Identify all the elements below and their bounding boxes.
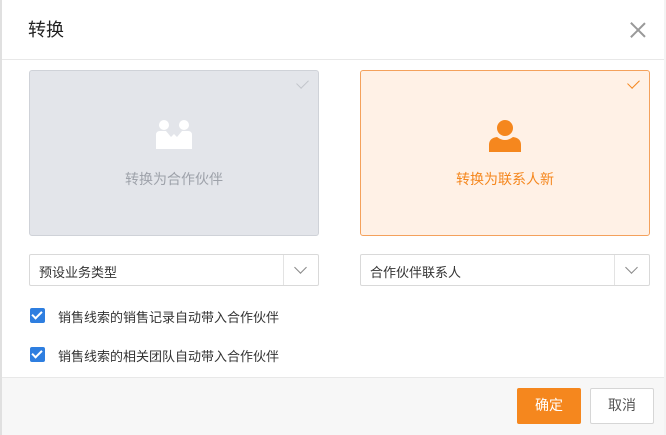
checkbox-checked[interactable] [30, 308, 45, 323]
contact-type-select[interactable]: 合作伙伴联系人 [360, 254, 650, 286]
partner-card-label: 转换为合作伙伴 [125, 172, 223, 188]
option-label: 销售线索的销售记录自动带入合作伙伴 [58, 311, 280, 326]
checkbox-checked[interactable] [30, 347, 45, 362]
convert-dialog: 转换 转换为合作伙伴 转换为联系人新 预设业务类型 合作伙伴联系人 销售线索的销… [0, 0, 664, 435]
close-icon[interactable] [626, 18, 650, 42]
option-label: 销售线索的相关团队自动带入合作伙伴 [58, 350, 280, 365]
business-type-select[interactable]: 预设业务类型 [29, 254, 319, 286]
contact-type-value: 合作伙伴联系人 [370, 266, 462, 281]
chevron-down-icon [625, 261, 638, 274]
dropdown-toggle[interactable] [614, 255, 649, 285]
confirm-button[interactable]: 确定 [517, 388, 581, 424]
handshake-icon [154, 119, 194, 155]
contact-card-label: 转换为联系人新 [456, 172, 554, 188]
check-icon [296, 76, 309, 89]
person-icon [487, 119, 523, 157]
convert-to-partner-card[interactable]: 转换为合作伙伴 [29, 70, 319, 236]
chevron-down-icon [294, 261, 307, 274]
dialog-title: 转换 [28, 20, 64, 41]
business-type-value: 预设业务类型 [39, 266, 118, 281]
dropdown-toggle[interactable] [283, 255, 318, 285]
convert-to-contact-card[interactable]: 转换为联系人新 [360, 70, 650, 236]
check-icon [627, 76, 640, 89]
dialog-header: 转换 [2, 0, 664, 60]
cancel-button[interactable]: 取消 [590, 388, 654, 424]
dialog-footer: 确定 取消 [2, 377, 664, 435]
